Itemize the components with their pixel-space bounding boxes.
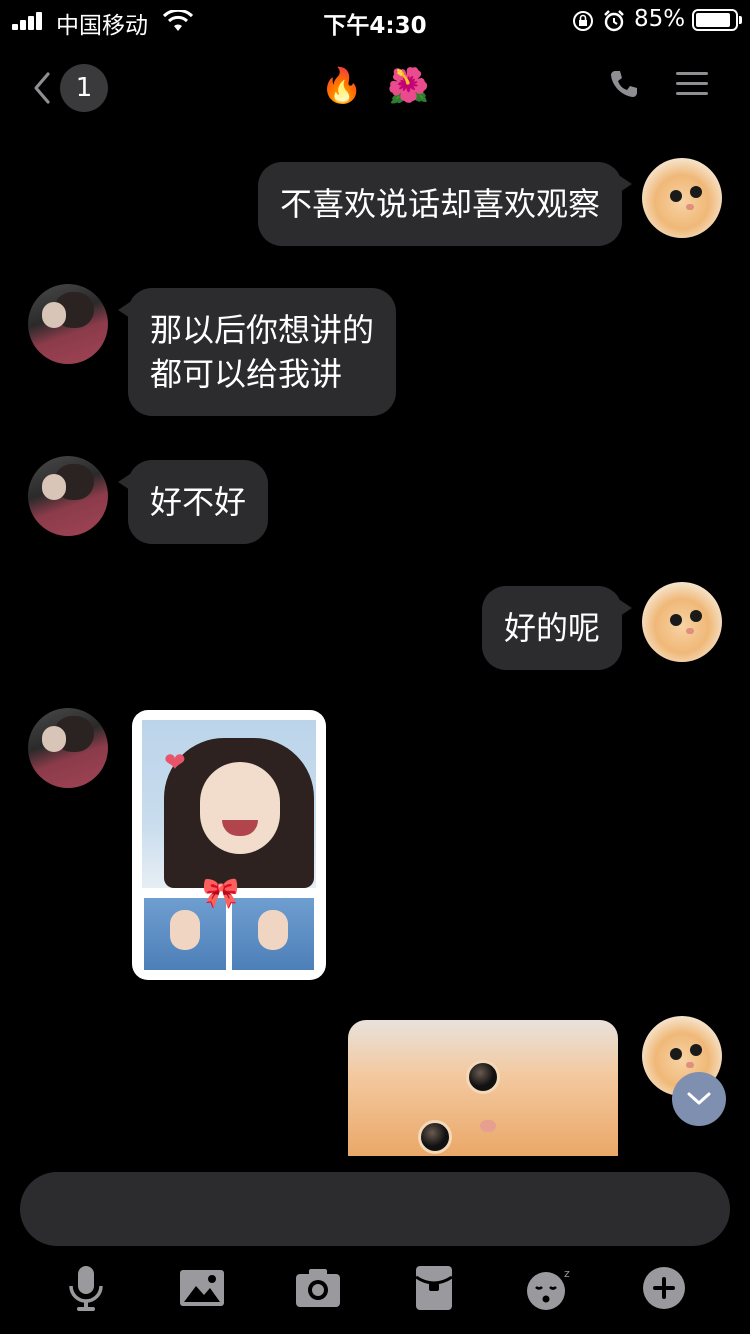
- scroll-to-bottom-button[interactable]: [672, 1072, 726, 1126]
- avatar-face: [42, 302, 66, 328]
- cat-nose: [686, 204, 694, 210]
- message-bubble[interactable]: 好不好: [117, 460, 269, 544]
- more-button[interactable]: [638, 1262, 690, 1314]
- emoji-button[interactable]: z: [524, 1262, 576, 1314]
- image-icon: [180, 1270, 224, 1306]
- avatar-face: [42, 726, 66, 752]
- svg-text:z: z: [564, 1267, 570, 1280]
- camera-icon: [296, 1269, 340, 1307]
- camera-button[interactable]: [292, 1262, 344, 1314]
- message-input[interactable]: [20, 1172, 730, 1246]
- message-bubble[interactable]: 不喜欢说话却喜欢观察: [257, 162, 633, 246]
- plus-icon: [643, 1267, 685, 1309]
- girl-thumbs-up-sticker[interactable]: ❤ 🎀: [132, 710, 326, 980]
- cat-eye: [690, 186, 702, 198]
- sticker-face: [200, 762, 280, 854]
- menu-icon[interactable]: [676, 70, 708, 98]
- message-list[interactable]: 不喜欢说话却喜欢观察 那以后你想讲的 都可以给我讲 好不好 好的呢 ❤ 🎀: [0, 130, 750, 1156]
- voice-button[interactable]: [60, 1262, 112, 1314]
- cat-nose: [686, 1062, 694, 1068]
- chat-header: 1 🔥 🌺: [0, 50, 750, 120]
- status-bar: 中国移动 下午4:30 85%: [0, 0, 750, 40]
- thumbs-up-icon: [170, 910, 200, 950]
- cat-eye: [670, 190, 682, 202]
- heart-icon: ❤: [164, 748, 186, 778]
- avatar-face: [42, 474, 66, 500]
- phone-icon[interactable]: [608, 68, 640, 100]
- cat-nose: [686, 628, 694, 634]
- cat-eye: [670, 1048, 682, 1060]
- message-bubble[interactable]: 那以后你想讲的 都可以给我讲: [117, 288, 397, 416]
- thumbs-up-icon: [258, 910, 288, 950]
- contact-avatar[interactable]: [28, 456, 108, 536]
- my-avatar[interactable]: [642, 158, 722, 238]
- orientation-lock-icon: [573, 11, 593, 31]
- sticker-photo: ❤: [142, 720, 316, 888]
- hibiscus-emoji: 🌺: [387, 66, 430, 106]
- input-toolbar: z: [0, 1262, 750, 1318]
- red-packet-icon: [415, 1266, 453, 1310]
- message-bubble[interactable]: 好的呢: [481, 586, 633, 670]
- thumbs-up-panel: [232, 898, 314, 970]
- microphone-icon: [69, 1266, 103, 1311]
- contact-avatar[interactable]: [28, 284, 108, 364]
- gallery-button[interactable]: [176, 1262, 228, 1314]
- cat-eye: [418, 1120, 452, 1154]
- contact-avatar[interactable]: [28, 708, 108, 788]
- red-packet-button[interactable]: [408, 1262, 460, 1314]
- battery-percent: 85%: [634, 6, 686, 32]
- emoji-icon: z: [527, 1267, 570, 1310]
- alarm-icon: [604, 10, 624, 32]
- cat-eye: [670, 614, 682, 626]
- cat-photo[interactable]: [348, 1020, 618, 1156]
- my-avatar[interactable]: [642, 582, 722, 662]
- cat-nose: [480, 1120, 496, 1132]
- cat-eye: [690, 1044, 702, 1056]
- battery-icon: [692, 9, 742, 31]
- cat-eye: [466, 1060, 500, 1094]
- bow-icon: 🎀: [202, 876, 240, 911]
- fire-emoji: 🔥: [320, 66, 363, 106]
- cat-eye: [690, 610, 702, 622]
- chevron-down-icon: [687, 1092, 711, 1105]
